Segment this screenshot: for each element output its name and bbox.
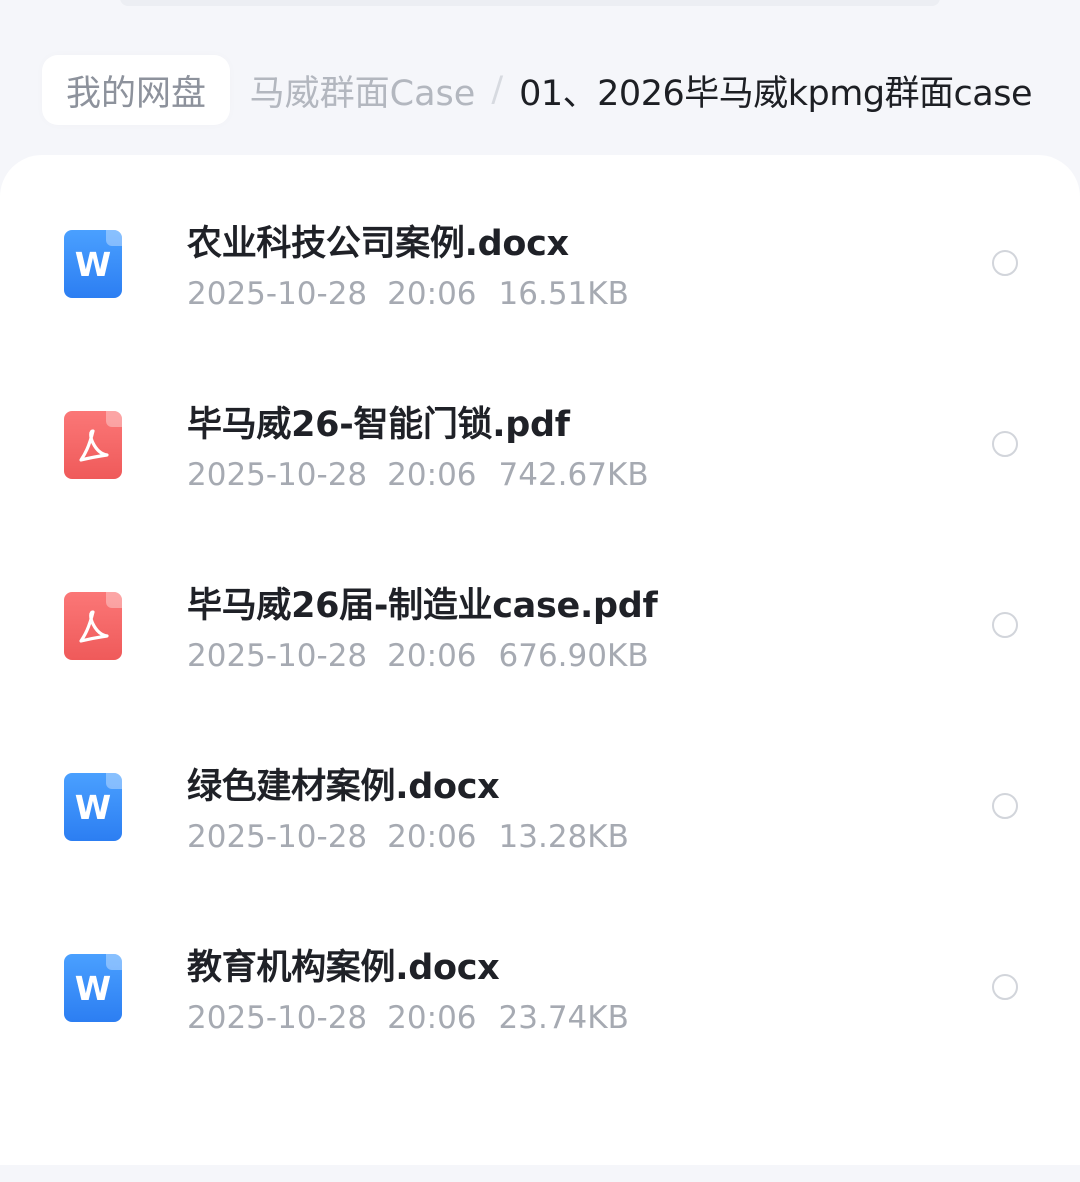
file-size: 676.90KB	[498, 638, 649, 674]
file-meta: 2025-10-28 20:06 16.51KB	[187, 276, 629, 312]
file-name: 绿色建材案例.docx	[187, 767, 500, 807]
file-name: 毕马威26-智能门锁.pdf	[187, 405, 570, 445]
file-meta: 2025-10-28 20:06 13.28KB	[187, 819, 629, 855]
file-date: 2025-10-28	[187, 276, 368, 312]
file-time: 20:06	[387, 457, 477, 493]
breadcrumb-item-root[interactable]: 我的网盘	[42, 55, 231, 125]
file-time: 20:06	[387, 638, 477, 674]
select-radio[interactable]	[992, 250, 1018, 276]
file-time: 20:06	[387, 276, 477, 312]
file-size: 13.28KB	[498, 819, 629, 855]
select-radio[interactable]	[992, 612, 1018, 638]
word-doc-icon: W	[64, 230, 122, 298]
file-time: 20:06	[387, 1000, 477, 1036]
file-size: 23.74KB	[498, 1000, 629, 1036]
breadcrumb-trail: 马威群面Case / 01、2026毕马威kpmg群面case	[250, 55, 1033, 125]
acrobat-icon	[79, 610, 109, 643]
file-row[interactable]: 毕马威26-智能门锁.pdf 2025-10-28 20:06 742.67KB	[0, 336, 1080, 517]
file-time: 20:06	[387, 819, 477, 855]
file-name: 农业科技公司案例.docx	[187, 224, 569, 264]
file-meta: 2025-10-28 20:06 23.74KB	[187, 1000, 629, 1036]
file-row[interactable]: W 农业科技公司案例.docx 2025-10-28 20:06 16.51KB	[0, 155, 1080, 336]
file-row[interactable]: W 绿色建材案例.docx 2025-10-28 20:06 13.28KB	[0, 698, 1080, 879]
breadcrumb-separator: /	[491, 70, 504, 110]
breadcrumb: 马威群面Case / 01、2026毕马威kpmg群面case 我的网盘	[0, 50, 1080, 136]
file-row[interactable]: W 教育机构案例.docx 2025-10-28 20:06 23.74KB	[0, 879, 1080, 1060]
file-row[interactable]: 毕马威26届-制造业case.pdf 2025-10-28 20:06 676.…	[0, 517, 1080, 698]
file-size: 742.67KB	[498, 457, 649, 493]
word-doc-icon: W	[64, 954, 122, 1022]
search-bar-edge	[120, 0, 940, 6]
pdf-doc-icon	[64, 411, 122, 479]
file-date: 2025-10-28	[187, 457, 368, 493]
select-radio[interactable]	[992, 793, 1018, 819]
file-meta: 2025-10-28 20:06 676.90KB	[187, 638, 649, 674]
breadcrumb-item-current: 01、2026毕马威kpmg群面case	[519, 73, 1032, 114]
file-size: 16.51KB	[498, 276, 629, 312]
word-doc-icon: W	[64, 773, 122, 841]
pdf-doc-icon	[64, 592, 122, 660]
select-radio[interactable]	[992, 431, 1018, 457]
file-list-panel: W 农业科技公司案例.docx 2025-10-28 20:06 16.51KB…	[0, 155, 1080, 1165]
select-radio[interactable]	[992, 974, 1018, 1000]
file-date: 2025-10-28	[187, 819, 368, 855]
breadcrumb-item-parent[interactable]: 马威群面Case	[250, 65, 476, 116]
file-date: 2025-10-28	[187, 1000, 368, 1036]
acrobat-icon	[79, 429, 109, 462]
file-name: 毕马威26届-制造业case.pdf	[187, 586, 658, 626]
file-meta: 2025-10-28 20:06 742.67KB	[187, 457, 649, 493]
file-name: 教育机构案例.docx	[187, 948, 500, 988]
file-date: 2025-10-28	[187, 638, 368, 674]
